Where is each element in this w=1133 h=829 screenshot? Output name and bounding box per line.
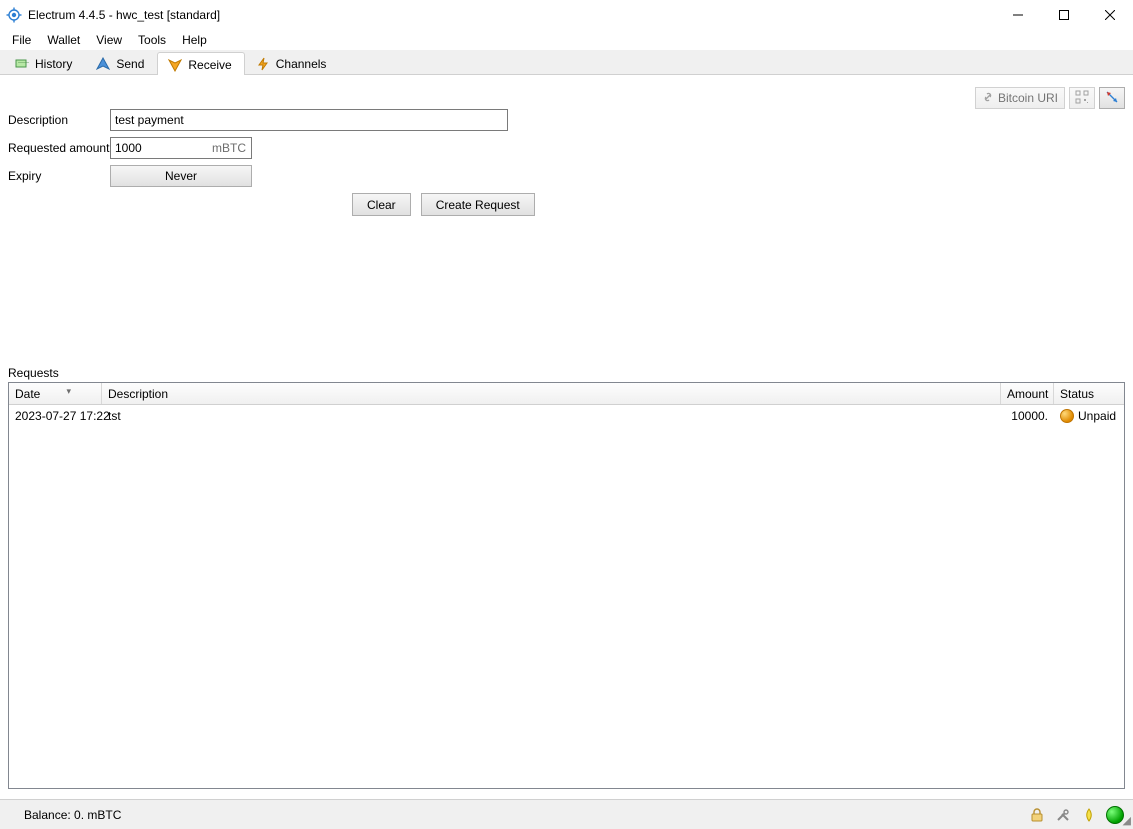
sort-indicator-icon: ▾ [66,386,71,397]
receive-panel: Bitcoin URI [0,75,1133,799]
cell-amount: 10000. [1001,405,1054,425]
link-icon [982,91,994,106]
column-date[interactable]: Date ▾ [9,383,102,404]
amount-input[interactable] [110,137,252,159]
app-icon [6,7,22,23]
menu-tools[interactable]: Tools [130,31,174,49]
window-controls [995,0,1133,30]
tabbar: History Send Receive Channels [0,50,1133,75]
tab-receive-label: Receive [188,58,231,72]
history-icon [15,57,29,71]
lock-icon[interactable] [1027,805,1047,825]
requests-section: Requests Date ▾ Description Amount Statu… [0,366,1133,799]
qr-button[interactable] [1069,87,1095,109]
create-request-button[interactable]: Create Request [421,193,535,216]
status-icons [1027,805,1125,825]
minimize-button[interactable] [995,0,1041,30]
receive-form: Description Requested amount mBTC Expiry… [0,75,1133,216]
clear-button[interactable]: Clear [352,193,411,216]
menu-help[interactable]: Help [174,31,215,49]
description-label: Description [8,113,110,127]
receive-toolbar: Bitcoin URI [975,87,1125,109]
expiry-label: Expiry [8,169,110,183]
requests-label: Requests [8,366,1125,380]
receive-icon [168,58,182,72]
seed-icon[interactable] [1079,805,1099,825]
tab-send[interactable]: Send [85,51,157,74]
column-description[interactable]: Description [102,383,1001,404]
tab-history-label: History [35,57,72,71]
send-icon [96,57,110,71]
amount-label: Requested amount [8,141,110,155]
table-row[interactable]: 2023-07-27 17:22 tst 10000. Unpaid [9,405,1124,425]
statusbar: Balance: 0. mBTC ◢ [0,799,1133,829]
maximize-button[interactable] [1041,0,1087,30]
cell-status: Unpaid [1054,405,1124,425]
window-title: Electrum 4.4.5 - hwc_test [standard] [28,8,220,22]
cell-date: 2023-07-27 17:22 [9,405,102,425]
menu-wallet[interactable]: Wallet [39,31,88,49]
requests-header: Date ▾ Description Amount Status [9,383,1124,405]
tab-channels-label: Channels [276,57,327,71]
balance-text: Balance: 0. mBTC [24,808,121,822]
menu-view[interactable]: View [88,31,130,49]
bitcoin-uri-button[interactable]: Bitcoin URI [975,87,1065,109]
expiry-button[interactable]: Never [110,165,252,187]
tab-channels[interactable]: Channels [245,51,340,74]
requests-table[interactable]: Date ▾ Description Amount Status 2023-07… [8,382,1125,789]
description-input[interactable] [110,109,508,131]
channels-icon [256,57,270,71]
close-button[interactable] [1087,0,1133,30]
tab-send-label: Send [116,57,144,71]
cell-description: tst [102,405,1001,425]
bitcoin-uri-label: Bitcoin URI [998,91,1058,105]
tools-icon[interactable] [1053,805,1073,825]
qr-icon [1075,90,1089,107]
tab-receive[interactable]: Receive [157,52,244,75]
column-status[interactable]: Status [1054,383,1124,404]
resize-grip[interactable]: ◢ [1119,815,1131,827]
tab-history[interactable]: History [4,51,85,74]
swap-button[interactable] [1099,87,1125,109]
menu-file[interactable]: File [4,31,39,49]
status-unpaid-icon [1060,409,1074,423]
titlebar: Electrum 4.4.5 - hwc_test [standard] [0,0,1133,30]
menubar: File Wallet View Tools Help [0,30,1133,50]
column-amount[interactable]: Amount [1001,383,1054,404]
expiry-value: Never [165,169,197,183]
swap-icon [1105,90,1119,107]
